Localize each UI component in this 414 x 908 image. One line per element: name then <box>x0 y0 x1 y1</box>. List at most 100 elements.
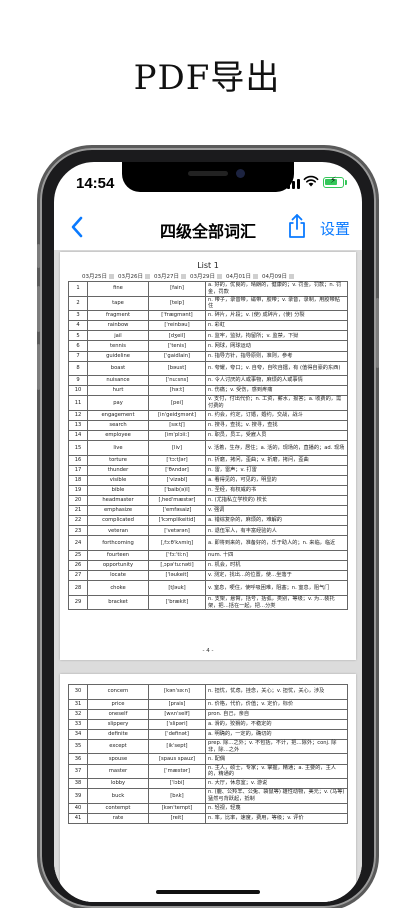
phonetic-cell: [bəust] <box>148 360 206 377</box>
word-cell: hurt <box>87 385 149 397</box>
word-cell: lobby <box>87 778 149 790</box>
phonetic-cell: [ˈfrægmənt] <box>148 310 206 322</box>
definition-cell: a. 好的，优良的，晴朗的，健康的；v. 罚金，罚款；n. 罚金，罚款 <box>205 281 348 297</box>
word-number: 13 <box>68 420 88 432</box>
phonetic-cell: [ˈgaidlain] <box>148 350 206 362</box>
word-cell: guideline <box>87 350 149 362</box>
table-row: 31 price [prais] n. 价格，代价，价值；v. 定价，标价 <box>68 698 348 710</box>
word-number: 27 <box>68 570 88 582</box>
phonetic-cell: [ˈdefinət] <box>148 728 206 740</box>
table-row: 18 visible [ˈvizəbl] a. 看得见的，可见的，明显的 <box>68 474 348 487</box>
table-row: 4 rainbow [ˈreinbəu] n. 彩虹 <box>68 320 348 332</box>
definition-cell: a. 错综复杂的，麻烦的，难解的 <box>205 515 348 527</box>
table-row: 37 master [ˈmæstər] n. 主人，硕士，专家；v. 掌握，精通；a.… <box>68 763 348 780</box>
definition-cell: n. 折磨，拷问，歪曲；v. 折磨，拷问，歪曲 <box>205 454 348 466</box>
phonetic-cell: [reit] <box>148 812 206 825</box>
review-date: 04月01日 <box>226 272 258 280</box>
checkbox-icon <box>109 273 114 279</box>
definition-cell: pron. 自己，亲自 <box>205 708 348 720</box>
definition-cell: n. 机会，时机 <box>205 560 348 572</box>
review-date: 03月26日 <box>118 272 150 280</box>
definition-cell: n. 轻视，轻蔑 <box>205 802 348 814</box>
word-cell: search <box>87 420 149 432</box>
word-number: 9 <box>68 375 88 387</box>
word-number: 6 <box>68 340 88 352</box>
table-row: 38 lobby [ˈlɔbi] n. 大厅，休息室；v. 游说 <box>68 778 348 790</box>
phonetic-cell: [ˈbrækit] <box>148 594 206 611</box>
word-number: 34 <box>68 728 88 740</box>
word-cell: choke <box>87 580 149 596</box>
phonetic-cell: [ˈlɔbi] <box>148 778 206 790</box>
word-cell: price <box>87 698 149 710</box>
settings-button[interactable]: 设置 <box>320 218 350 239</box>
phonetic-cell: [ˈtɔːtʃər] <box>148 454 206 466</box>
phonetic-cell: [ˈbaib(ə)l] <box>148 484 206 497</box>
word-cell: pay <box>87 395 149 411</box>
home-indicator <box>156 890 260 894</box>
word-number: 18 <box>68 474 88 487</box>
phonetic-cell: [ˈmæstər] <box>148 763 206 780</box>
definition-cell: a. 即将到来的，准备好的，乐于助人的；n. 来临，临近 <box>205 535 348 551</box>
table-row: 26 opportunity [ˌɔpəˈtuːnəti] n. 机会，时机 <box>68 560 348 572</box>
definition-cell: a. 看得见的，可见的，明显的 <box>205 474 348 487</box>
definition-cell: n. 带子，录音带，磁带，胶带；v. 录音，录制，用胶带粘住 <box>205 295 348 312</box>
table-row: 2 tape [teip] n. 带子，录音带，磁带，胶带；v. 录音，录制，用胶带粘… <box>68 295 348 312</box>
definition-cell: n. 搜寻，查找；v. 搜寻，查找 <box>205 420 348 432</box>
word-number: 16 <box>68 454 88 466</box>
word-cell: opportunity <box>87 560 149 572</box>
word-number: 36 <box>68 753 88 765</box>
phonetic-cell: [imˈplɔiiː] <box>148 430 206 442</box>
definition-cell: n. 雷，雷声；v. 打雷 <box>205 464 348 476</box>
definition-cell: n. 令人讨厌的人或事物，麻烦的人或事情 <box>205 375 348 387</box>
word-number: 15 <box>68 440 88 456</box>
table-row: 20 headmaster [ˌhedˈmæstər] n. (尤指私立学校的) 校长 <box>68 495 348 507</box>
word-number: 4 <box>68 320 88 332</box>
battery-charging-icon: ⚡ <box>323 176 344 188</box>
phonetic-cell: [ikˈsept] <box>148 738 206 755</box>
table-row: 16 torture [ˈtɔːtʃər] n. 折磨，拷问，歪曲；v. 折磨，拷问，… <box>68 454 348 466</box>
word-cell: fragment <box>87 310 149 322</box>
word-cell: employee <box>87 430 149 442</box>
definition-cell: n. 伤痛；v. 受伤，感到疼痛 <box>205 385 348 397</box>
table-row: 36 spouse [spaus spauz] n. 配偶 <box>68 753 348 765</box>
pdf-viewer[interactable]: List 1 03月25日 03月26日 03月27日 03月29日 04月01… <box>54 250 362 902</box>
page-number: - 4 - <box>202 648 214 654</box>
word-number: 23 <box>68 525 88 537</box>
phonetic-cell: [wʌnˈself] <box>148 708 206 720</box>
definition-cell: n. 支架，悬臂，括号，括弧，类别，等级；v. 为…装托架，把…括在一起，把…分… <box>205 594 348 611</box>
word-number: 32 <box>68 708 88 720</box>
definition-cell: n. 职员，员工，受雇人员 <box>205 430 348 442</box>
word-number: 30 <box>68 684 88 700</box>
table-row: 19 bible [ˈbaib(ə)l] n. 圣经，有权威的书 <box>68 484 348 497</box>
notch <box>122 162 294 192</box>
checkbox-icon <box>217 273 222 279</box>
review-dates: 03月25日 03月26日 03月27日 03月29日 04月01日 04月09… <box>82 272 342 280</box>
phonetic-cell: [teip] <box>148 295 206 312</box>
definition-cell: n. 率，比率，速度，费用，等级；v. 评价 <box>205 812 348 825</box>
word-number: 10 <box>68 385 88 397</box>
mute-switch <box>37 244 40 268</box>
word-cell: veteran <box>87 525 149 537</box>
definition-cell: n. 监牢，监狱，拘留所；v. 监禁，下狱 <box>205 330 348 342</box>
definition-cell: n. 主人，硕士，专家；v. 掌握，精通；a. 主要的，主人的，精通的 <box>205 763 348 780</box>
phonetic-cell: [ˈvizəbl] <box>148 474 206 487</box>
phone-frame: 14:54 ⚡ 四级全部词汇 设置 List 1 03月25日 03月26日 0… <box>37 148 379 908</box>
definition-cell: n. 约会，约定，订婚，婚约，交战，战斗 <box>205 409 348 422</box>
word-cell: spouse <box>87 753 149 765</box>
definition-cell: n. 价格，代价，价值；v. 定价，标价 <box>205 698 348 710</box>
table-row: 29 bracket [ˈbrækit] n. 支架，悬臂，括号，括弧，类别，等级；v… <box>68 594 348 611</box>
word-cell: contempt <box>87 802 149 814</box>
table-row: 13 search [səːtʃ] n. 搜寻，查找；v. 搜寻，查找 <box>68 420 348 432</box>
phonetic-cell: [liv] <box>148 440 206 456</box>
status-time: 14:54 <box>76 175 115 192</box>
share-icon[interactable] <box>286 212 308 240</box>
app-screen: 14:54 ⚡ 四级全部词汇 设置 List 1 03月25日 03月26日 0… <box>54 162 362 902</box>
review-date: 03月25日 <box>82 272 114 280</box>
speaker-grille <box>188 171 228 176</box>
word-number: 2 <box>68 295 88 312</box>
word-cell: bracket <box>87 594 149 611</box>
definition-cell: v. 窒息，哽住，使呼吸困难，阻塞；n. 窒息，阻气门 <box>205 580 348 596</box>
definition-cell: n. 退伍军人，有丰富经验的人 <box>205 525 348 537</box>
definition-cell: a. 滑的，狡猾的，不稳定的 <box>205 718 348 730</box>
word-cell: bible <box>87 484 149 497</box>
